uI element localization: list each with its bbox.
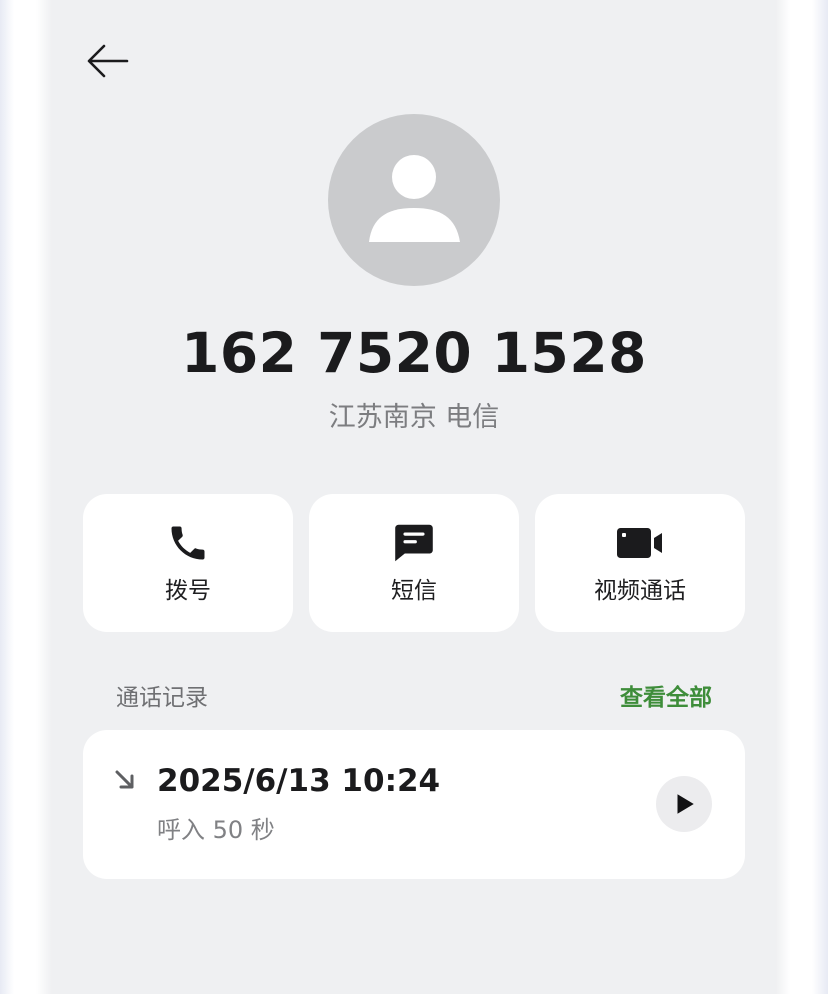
video-call-label: 视频通话 — [594, 578, 686, 604]
phone-location-carrier: 江苏南京 电信 — [328, 402, 500, 433]
call-record-item[interactable]: 2025/6/13 10:24 呼入 50 秒 — [83, 730, 745, 879]
call-type-duration: 呼入 50 秒 — [157, 816, 275, 844]
video-call-button[interactable]: 视频通话 — [535, 494, 745, 632]
dial-label: 拨号 — [165, 578, 211, 604]
phone-icon — [171, 526, 205, 560]
view-all-link[interactable]: 查看全部 — [620, 680, 712, 716]
contact-detail-screen: 162 7520 1528 江苏南京 电信 拨号 短信 视频通话 通话记录 查看… — [52, 0, 776, 994]
video-camera-icon — [617, 528, 662, 558]
message-label: 短信 — [391, 578, 437, 604]
dial-button[interactable]: 拨号 — [83, 494, 293, 632]
play-icon — [677, 794, 694, 814]
call-time: 2025/6/13 10:24 — [157, 763, 441, 799]
back-button[interactable] — [82, 38, 132, 84]
phone-number: 162 7520 1528 — [181, 321, 647, 385]
incoming-call-arrow-icon — [115, 770, 134, 789]
message-icon — [395, 524, 433, 562]
message-button[interactable]: 短信 — [309, 494, 519, 632]
avatar — [328, 114, 500, 286]
person-placeholder-icon — [369, 155, 460, 242]
back-arrow-icon — [87, 44, 129, 78]
play-recording-button[interactable] — [656, 776, 712, 832]
call-history-title: 通话记录 — [116, 685, 208, 711]
action-buttons: 拨号 短信 视频通话 — [83, 494, 745, 632]
